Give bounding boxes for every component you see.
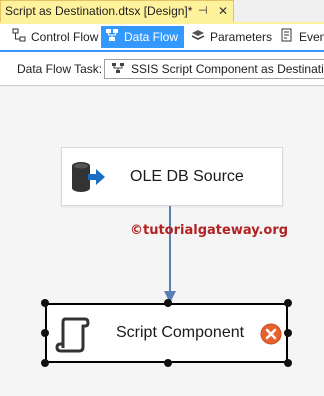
script-component[interactable]: Script Component bbox=[45, 303, 288, 363]
selection-handle-bottom-right[interactable] bbox=[284, 359, 292, 367]
ole-db-source-component[interactable]: OLE DB Source bbox=[61, 147, 283, 206]
data-flow-task-label: Data Flow Task: bbox=[17, 62, 103, 76]
tab-event-handlers-label: Even bbox=[299, 30, 324, 44]
designer-tabs: Control Flow Data Flow Parameters Even bbox=[0, 24, 324, 50]
pin-icon[interactable]: ⊣ bbox=[198, 1, 208, 22]
selection-handle-bottom-center[interactable] bbox=[164, 359, 172, 367]
selection-handle-middle-right[interactable] bbox=[284, 329, 292, 337]
error-icon[interactable] bbox=[260, 323, 282, 350]
selection-handle-top-left[interactable] bbox=[41, 299, 49, 307]
data-flow-task-bar: Data Flow Task: SSIS Script Component as… bbox=[0, 52, 324, 86]
data-flow-task-icon bbox=[111, 61, 125, 78]
data-flow-icon bbox=[105, 27, 119, 49]
data-flow-task-value: SSIS Script Component as Destination bbox=[131, 62, 324, 76]
selection-handle-top-center[interactable] bbox=[164, 299, 172, 307]
control-flow-icon bbox=[12, 27, 26, 49]
script-component-icon bbox=[55, 315, 91, 358]
data-path-connector[interactable] bbox=[169, 206, 171, 293]
tab-control-flow[interactable]: Control Flow bbox=[8, 26, 100, 48]
tab-parameters-label: Parameters bbox=[210, 30, 273, 44]
tab-parameters[interactable]: Parameters bbox=[187, 26, 275, 48]
ole-db-source-label: OLE DB Source bbox=[130, 168, 244, 185]
event-handlers-icon bbox=[280, 27, 294, 48]
tab-event-handlers[interactable]: Even bbox=[276, 26, 324, 48]
selection-handle-middle-left[interactable] bbox=[41, 329, 49, 337]
tab-data-flow-label: Data Flow bbox=[124, 30, 179, 44]
parameters-icon bbox=[191, 27, 205, 49]
ole-db-source-icon bbox=[70, 160, 108, 199]
tab-control-flow-label: Control Flow bbox=[31, 30, 99, 44]
close-icon[interactable]: ✕ bbox=[218, 1, 228, 22]
design-canvas[interactable]: OLE DB Source ©tutorialgateway.org Scrip… bbox=[0, 87, 324, 396]
document-tab[interactable]: Script as Destination.dtsx [Design]* ⊣ ✕ bbox=[0, 0, 234, 22]
document-tab-title: Script as Destination.dtsx [Design]* bbox=[5, 4, 193, 18]
selection-handle-top-right[interactable] bbox=[284, 299, 292, 307]
watermark-text: ©tutorialgateway.org bbox=[130, 223, 289, 238]
document-tab-strip: Script as Destination.dtsx [Design]* ⊣ ✕ bbox=[0, 0, 324, 22]
script-component-label: Script Component bbox=[116, 324, 245, 341]
tab-data-flow[interactable]: Data Flow bbox=[101, 26, 184, 48]
selection-handle-bottom-left[interactable] bbox=[41, 359, 49, 367]
data-flow-task-select[interactable]: SSIS Script Component as Destination bbox=[104, 59, 324, 79]
